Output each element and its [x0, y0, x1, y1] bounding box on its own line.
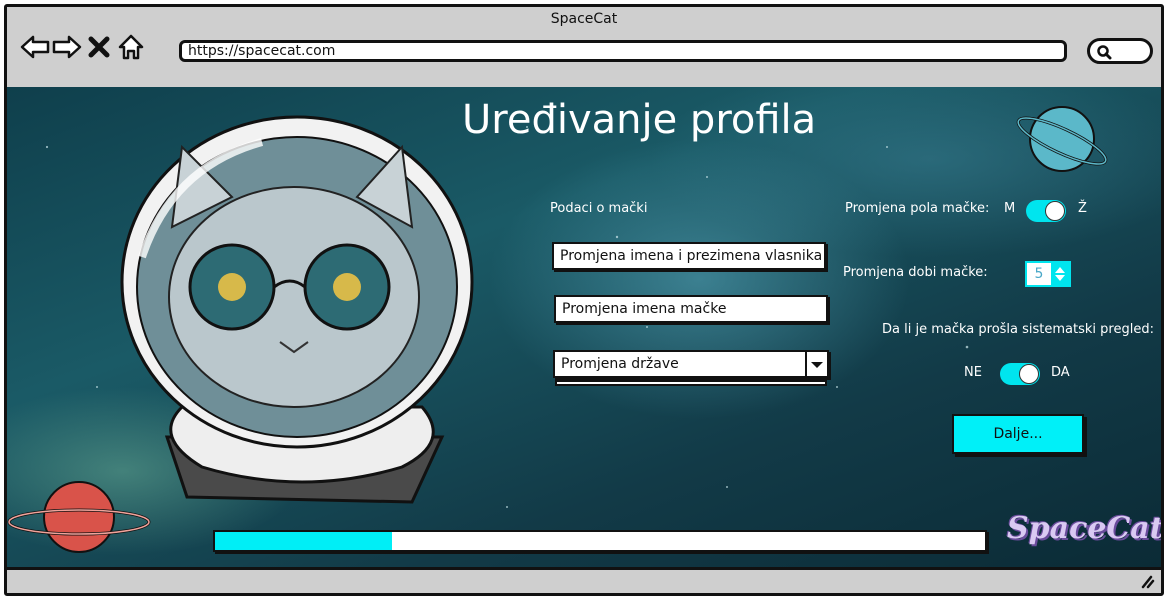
stepper-arrows-icon[interactable] — [1051, 263, 1069, 285]
window-title: SpaceCat — [550, 11, 618, 27]
cat-name-field[interactable]: Promjena imena mačke — [554, 295, 828, 323]
page-content: Uređivanje profila Podaci o mački Promje… — [7, 87, 1161, 567]
close-icon[interactable] — [83, 31, 115, 63]
nav-buttons — [19, 31, 147, 63]
toggle-knob — [1019, 364, 1039, 384]
country-select-value: Promjena države — [553, 350, 829, 378]
progress-bar — [213, 530, 987, 552]
url-field[interactable]: https://spacecat.com — [179, 40, 1067, 62]
spacecat-logo: SpaceCat — [1007, 511, 1161, 546]
gender-toggle[interactable] — [1026, 200, 1066, 222]
progress-fill — [215, 532, 393, 550]
age-value: 5 — [1034, 266, 1044, 282]
checkup-toggle[interactable] — [1000, 363, 1040, 385]
search-button[interactable] — [1087, 38, 1153, 64]
age-label: Promjena dobi mačke: — [843, 265, 988, 280]
title-bar: SpaceCat https://spacecat.com — [7, 7, 1161, 90]
status-bar — [7, 567, 1161, 593]
browser-window: SpaceCat https://spacecat.com Uređivanje… — [4, 4, 1164, 596]
toggle-knob — [1045, 201, 1065, 221]
dropdown-arrow-icon — [805, 352, 827, 376]
astronaut-cat-illustration — [120, 115, 474, 504]
checkup-no-label: NE — [964, 365, 982, 380]
page-title: Uređivanje profila — [462, 97, 817, 143]
forward-arrow-icon[interactable] — [51, 31, 83, 63]
checkup-yes-label: DA — [1051, 365, 1070, 380]
gender-right-label: Ž — [1078, 201, 1087, 216]
back-arrow-icon[interactable] — [19, 31, 51, 63]
home-icon[interactable] — [115, 31, 147, 63]
owner-name-field[interactable]: Promjena imena i prezimena vlasnika — [552, 242, 826, 270]
red-planet-icon — [7, 481, 151, 553]
section-label: Podaci o mački — [550, 201, 648, 216]
next-button[interactable]: Dalje... — [952, 414, 1084, 454]
checkup-label: Da li je mačka prošla sistematski pregle… — [882, 322, 1154, 337]
search-icon — [1097, 45, 1112, 60]
age-stepper[interactable]: 5 — [1025, 261, 1071, 287]
resize-grip-icon[interactable] — [1137, 571, 1155, 589]
country-select[interactable]: Promjena države — [553, 350, 829, 390]
gender-label: Promjena pola mačke: — [845, 201, 990, 216]
gender-left-label: M — [1004, 201, 1016, 216]
teal-planet-icon — [1016, 106, 1108, 172]
country-dropdown-list — [555, 380, 827, 386]
